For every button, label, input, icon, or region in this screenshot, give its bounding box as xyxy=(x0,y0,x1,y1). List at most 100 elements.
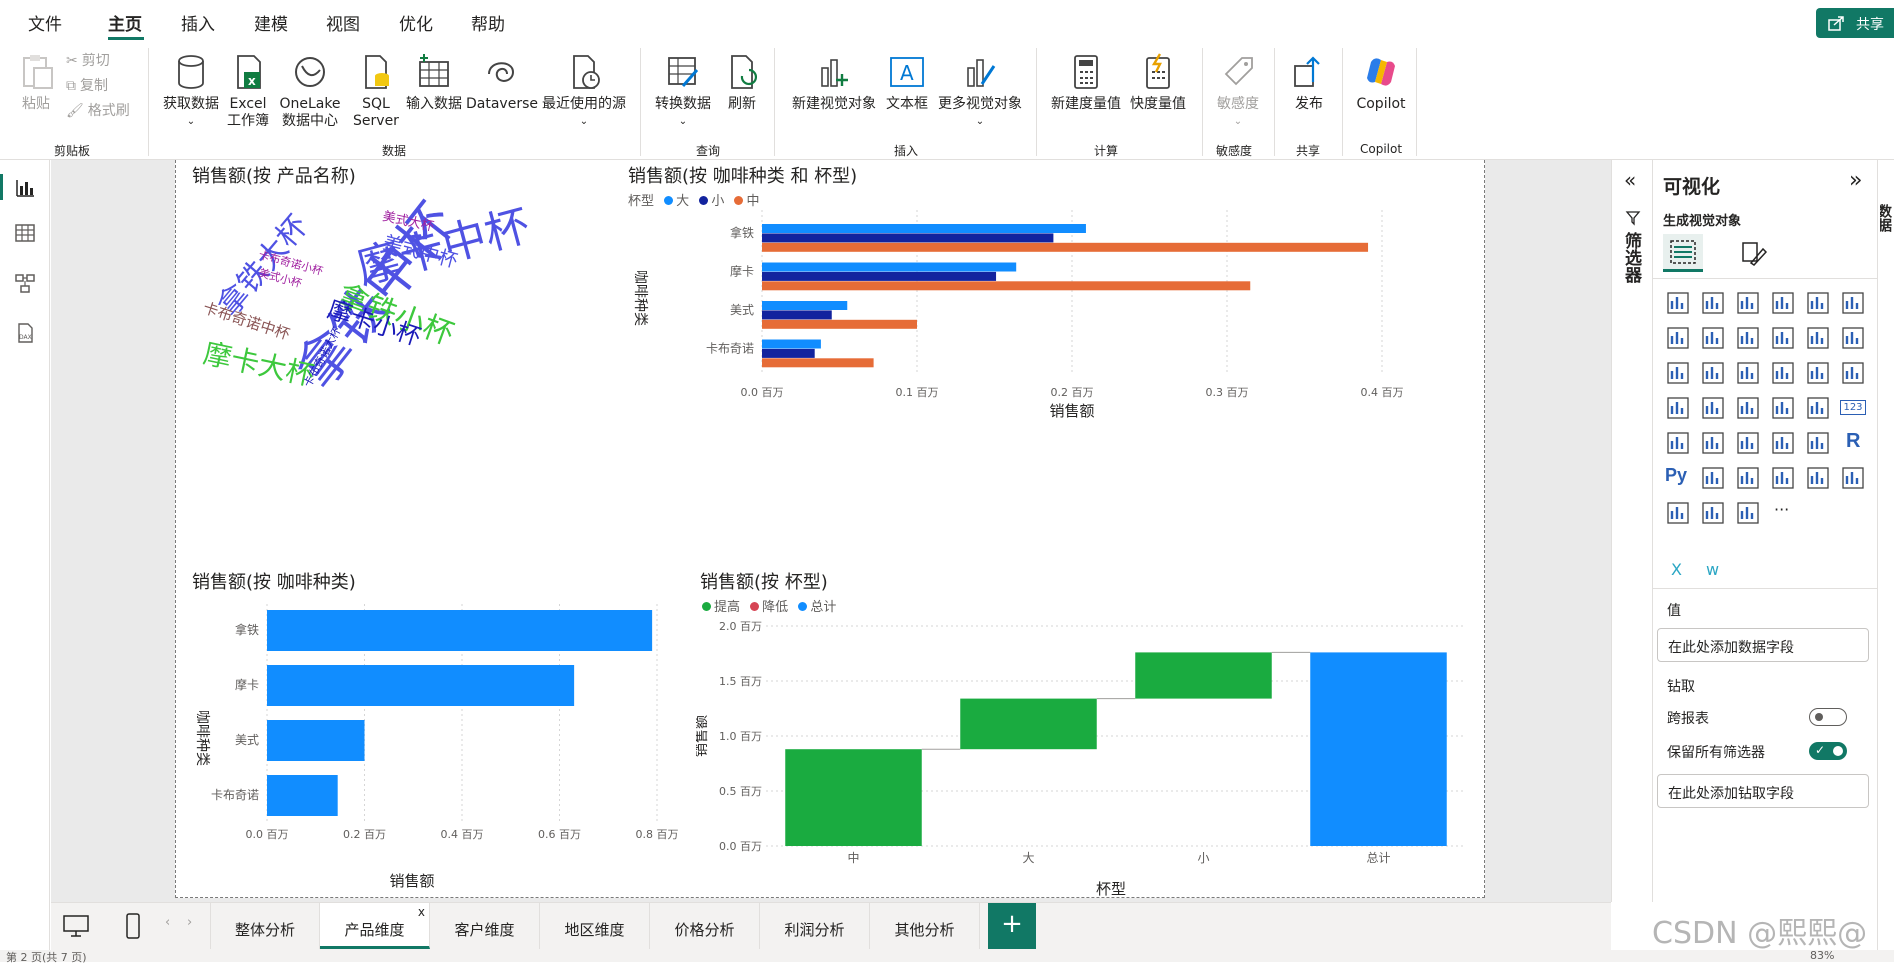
drill-drop-well[interactable]: 在此处添加钻取字段 xyxy=(1657,774,1869,808)
100-stacked-column-icon[interactable] xyxy=(1840,290,1866,316)
mobile-layout-icon[interactable] xyxy=(125,913,141,939)
format-painter-button[interactable]: 🖌 格式刷 xyxy=(66,100,130,120)
share-button[interactable]: 共享 xyxy=(1816,8,1894,38)
menu-help[interactable]: 帮助 xyxy=(471,10,505,35)
dataverse-button[interactable]: Dataverse xyxy=(466,52,538,113)
build-visual-tab[interactable] xyxy=(1663,234,1703,272)
menu-optimize[interactable]: 优化 xyxy=(399,10,433,35)
azure-map-icon[interactable] xyxy=(1770,395,1796,421)
values-drop-well[interactable]: 在此处添加数据字段 xyxy=(1657,628,1869,662)
waterfall-chart[interactable]: 0.0 百万 0.5 百万 1.0 百万 1.5 百万 2.0 百万中 大 小 总计杯型 销售额 xyxy=(696,612,1476,898)
keep-filters-toggle[interactable]: ✓ xyxy=(1809,742,1847,760)
waterfall-bar[interactable] xyxy=(1135,652,1272,699)
model-view-icon[interactable] xyxy=(14,272,36,294)
100-stacked-bar-icon[interactable] xyxy=(1805,290,1831,316)
clustered-bar-chart[interactable]: 0.0 百万 0.1 百万 0.2 百万 0.3 百万 0.4 百万 拿铁摩卡美式卡布奇诺… xyxy=(622,206,1486,446)
bar[interactable] xyxy=(762,358,874,368)
close-icon[interactable]: x xyxy=(418,905,425,919)
expand-pane-icon[interactable]: « xyxy=(1624,168,1636,192)
data-pane-collapsed[interactable]: 数据 xyxy=(1877,160,1894,950)
sensitivity-button[interactable]: 敏感度 ⌄ xyxy=(1210,52,1266,130)
page-tab[interactable]: 利润分析 xyxy=(760,903,870,949)
word-cloud-icon[interactable]: w xyxy=(1700,560,1726,586)
menu-modeling[interactable]: 建模 xyxy=(254,10,288,35)
paginated-icon[interactable] xyxy=(1665,500,1691,526)
textbox-button[interactable]: A 文本框 xyxy=(882,52,932,113)
copilot-button[interactable]: Copilot xyxy=(1350,52,1412,113)
new-measure-button[interactable]: 新建度量值 xyxy=(1046,52,1126,113)
quick-measure-button[interactable]: 快度量值 xyxy=(1126,52,1190,113)
more-visuals-button[interactable]: 更多视觉对象 ⌄ xyxy=(932,52,1028,130)
clustered-column-icon[interactable] xyxy=(1770,290,1796,316)
transform-data-button[interactable]: 转换数据 ⌄ xyxy=(650,52,716,130)
100-area-icon[interactable] xyxy=(1770,325,1796,351)
bar[interactable] xyxy=(267,720,365,761)
bar[interactable] xyxy=(762,242,1369,252)
prev-page-icon[interactable]: ‹ xyxy=(165,915,170,930)
waterfall-icon[interactable] xyxy=(1700,360,1726,386)
stacked-bar-icon[interactable] xyxy=(1665,290,1691,316)
kpi-icon[interactable] xyxy=(1700,430,1726,456)
qa-icon[interactable] xyxy=(1770,465,1796,491)
clustered-bar-icon[interactable] xyxy=(1735,290,1761,316)
stacked-area-icon[interactable] xyxy=(1735,325,1761,351)
bar[interactable] xyxy=(762,262,1017,272)
stacked-column-icon[interactable] xyxy=(1700,290,1726,316)
waterfall-bar[interactable] xyxy=(960,698,1097,750)
gauge-icon[interactable] xyxy=(1805,395,1831,421)
menu-home[interactable]: 主页 xyxy=(108,10,142,35)
key-influencers-icon[interactable] xyxy=(1700,465,1726,491)
page-tab[interactable]: 其他分析 xyxy=(870,903,980,949)
publish-button[interactable]: 发布 xyxy=(1284,52,1334,113)
scatter-icon[interactable] xyxy=(1770,360,1796,386)
filled-map-icon[interactable] xyxy=(1735,395,1761,421)
donut-icon[interactable] xyxy=(1840,360,1866,386)
bar[interactable] xyxy=(762,281,1251,291)
pie-icon[interactable] xyxy=(1805,360,1831,386)
waterfall-bar[interactable] xyxy=(1310,652,1447,846)
sql-server-button[interactable]: SQL Server xyxy=(352,52,400,130)
multirow-card-icon[interactable] xyxy=(1665,430,1691,456)
collapse-pane-icon[interactable]: » xyxy=(1849,168,1862,193)
next-page-icon[interactable]: › xyxy=(187,915,192,930)
bar[interactable] xyxy=(762,233,1054,243)
refresh-button[interactable]: 刷新 xyxy=(720,52,764,113)
menu-file[interactable]: 文件 xyxy=(28,10,62,35)
waterfall-bar[interactable] xyxy=(785,749,922,846)
page-tab-active[interactable]: 产品维度 x xyxy=(320,903,430,949)
page-tab[interactable]: 价格分析 xyxy=(650,903,760,949)
bar[interactable] xyxy=(267,775,338,816)
page-tab[interactable]: 客户维度 xyxy=(430,903,540,949)
cut-button[interactable]: ✂ 剪切 xyxy=(66,50,110,70)
report-page[interactable]: 销售额(按 产品名称) 拿铁中杯 摩卡中杯 拿铁大杯 拿铁小杯 摩卡大杯 摩卡小… xyxy=(175,160,1485,898)
power-apps-icon[interactable] xyxy=(1700,500,1726,526)
table-view-icon[interactable] xyxy=(14,222,36,244)
dax-query-view-icon[interactable]: DAX xyxy=(14,322,36,344)
enter-data-button[interactable]: 输入数据 xyxy=(402,52,466,113)
excel-button[interactable]: x Excel 工作簿 xyxy=(224,52,272,130)
line-stacked-column-icon[interactable] xyxy=(1840,325,1866,351)
add-page-button[interactable]: + xyxy=(988,903,1036,949)
bar[interactable] xyxy=(267,665,575,706)
more-icon[interactable]: ··· xyxy=(1770,500,1796,526)
ribbon-icon[interactable] xyxy=(1665,360,1691,386)
table-icon[interactable] xyxy=(1770,430,1796,456)
line-column-icon[interactable] xyxy=(1805,325,1831,351)
bar[interactable] xyxy=(267,610,653,651)
format-visual-tab[interactable] xyxy=(1733,234,1773,272)
bar[interactable] xyxy=(762,301,848,310)
desktop-layout-icon[interactable] xyxy=(63,915,89,937)
menu-view[interactable]: 视图 xyxy=(326,10,360,35)
new-visual-button[interactable]: 新建视觉对象 xyxy=(786,52,882,113)
slicer-icon[interactable] xyxy=(1735,430,1761,456)
bar[interactable] xyxy=(762,310,832,320)
map-icon[interactable] xyxy=(1700,395,1726,421)
onelake-button[interactable]: OneLake 数据中心 xyxy=(274,52,346,130)
treemap-icon[interactable] xyxy=(1665,395,1691,421)
report-view-icon[interactable] xyxy=(14,176,36,198)
page-tab[interactable]: 整体分析 xyxy=(210,903,320,949)
paste-button[interactable]: 粘贴 xyxy=(14,52,58,113)
wordcloud-visual[interactable]: 拿铁中杯 摩卡中杯 拿铁大杯 拿铁小杯 摩卡大杯 摩卡小杯 美式中杯 美式大杯 … xyxy=(186,186,606,426)
bar[interactable] xyxy=(762,319,917,329)
card-icon[interactable]: 123 xyxy=(1840,395,1866,421)
